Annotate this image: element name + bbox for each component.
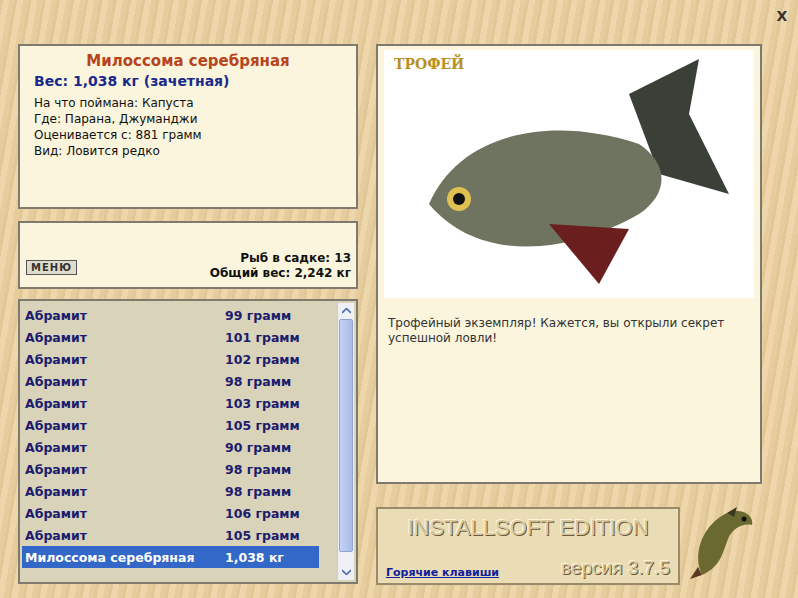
catch-row[interactable]: Абрамит98 грамм (22, 480, 319, 502)
scroll-down-icon[interactable] (338, 564, 354, 580)
version-label: версия 3.7.5 (561, 557, 670, 579)
fish-detail: На что поймана: Капуста (34, 95, 342, 111)
catch-row[interactable]: Абрамит98 грамм (22, 458, 319, 480)
scroll-up-icon[interactable] (338, 303, 354, 319)
fish-detail: Вид: Ловится редко (34, 143, 342, 159)
catch-row[interactable]: Абрамит105 грамм (22, 414, 319, 436)
fish-count: Рыб в садке: 13 (210, 251, 351, 266)
catch-row[interactable]: Абрамит101 грамм (22, 326, 319, 348)
catch-row[interactable]: Абрамит106 грамм (22, 502, 319, 524)
fish-info-panel: Милоссома серебряная Вес: 1,038 кг (зачет… (18, 44, 358, 209)
catch-row[interactable]: Абрамит90 грамм (22, 436, 319, 458)
fish-detail: Оценивается с: 881 грамм (34, 127, 342, 143)
catch-row[interactable]: Абрамит103 грамм (22, 392, 319, 414)
trophy-panel: ТРОФЕЙ Трофейный экземпляр! Кажется, вы о… (376, 44, 762, 484)
scrollbar[interactable] (337, 303, 354, 580)
catch-list: Абрамит99 граммАбрамит101 граммАбрамит10… (18, 299, 358, 584)
catch-row[interactable]: Абрамит98 грамм (22, 370, 319, 392)
fish-photo: ТРОФЕЙ (384, 50, 754, 298)
catch-row[interactable]: Абрамит102 грамм (22, 348, 319, 370)
close-button[interactable]: X (774, 8, 790, 24)
brand-text: INSTALLSOFT EDITION (386, 515, 670, 541)
fish-icon (399, 54, 739, 294)
catch-row[interactable]: Милоссома серебряная1,038 кг (22, 546, 319, 568)
scroll-thumb[interactable] (339, 319, 353, 552)
pike-icon (682, 505, 762, 581)
fish-name: Милоссома серебряная (34, 52, 342, 70)
menu-button[interactable]: МЕНЮ (26, 260, 77, 275)
catch-row[interactable]: Абрамит105 грамм (22, 524, 319, 546)
total-weight: Общий вес: 2,242 кг (210, 266, 351, 281)
trophy-message: Трофейный экземпляр! Кажется, вы открыли… (384, 298, 754, 346)
catch-row[interactable]: Абрамит99 грамм (22, 304, 319, 326)
hotkeys-link[interactable]: Горячие клавиши (386, 566, 499, 579)
brand-banner: INSTALLSOFT EDITION Горячие клавиши версия… (376, 507, 680, 585)
fish-detail: Где: Парана, Джуманджи (34, 111, 342, 127)
trophy-badge: ТРОФЕЙ (394, 56, 464, 72)
keepnet-panel: МЕНЮ Рыб в садке: 13Общий вес: 2,242 кг (18, 221, 358, 289)
game-window: X Милоссома серебряная Вес: 1,038 кг (заче… (0, 0, 798, 598)
fish-weight: Вес: 1,038 кг (зачетная) (34, 73, 342, 89)
